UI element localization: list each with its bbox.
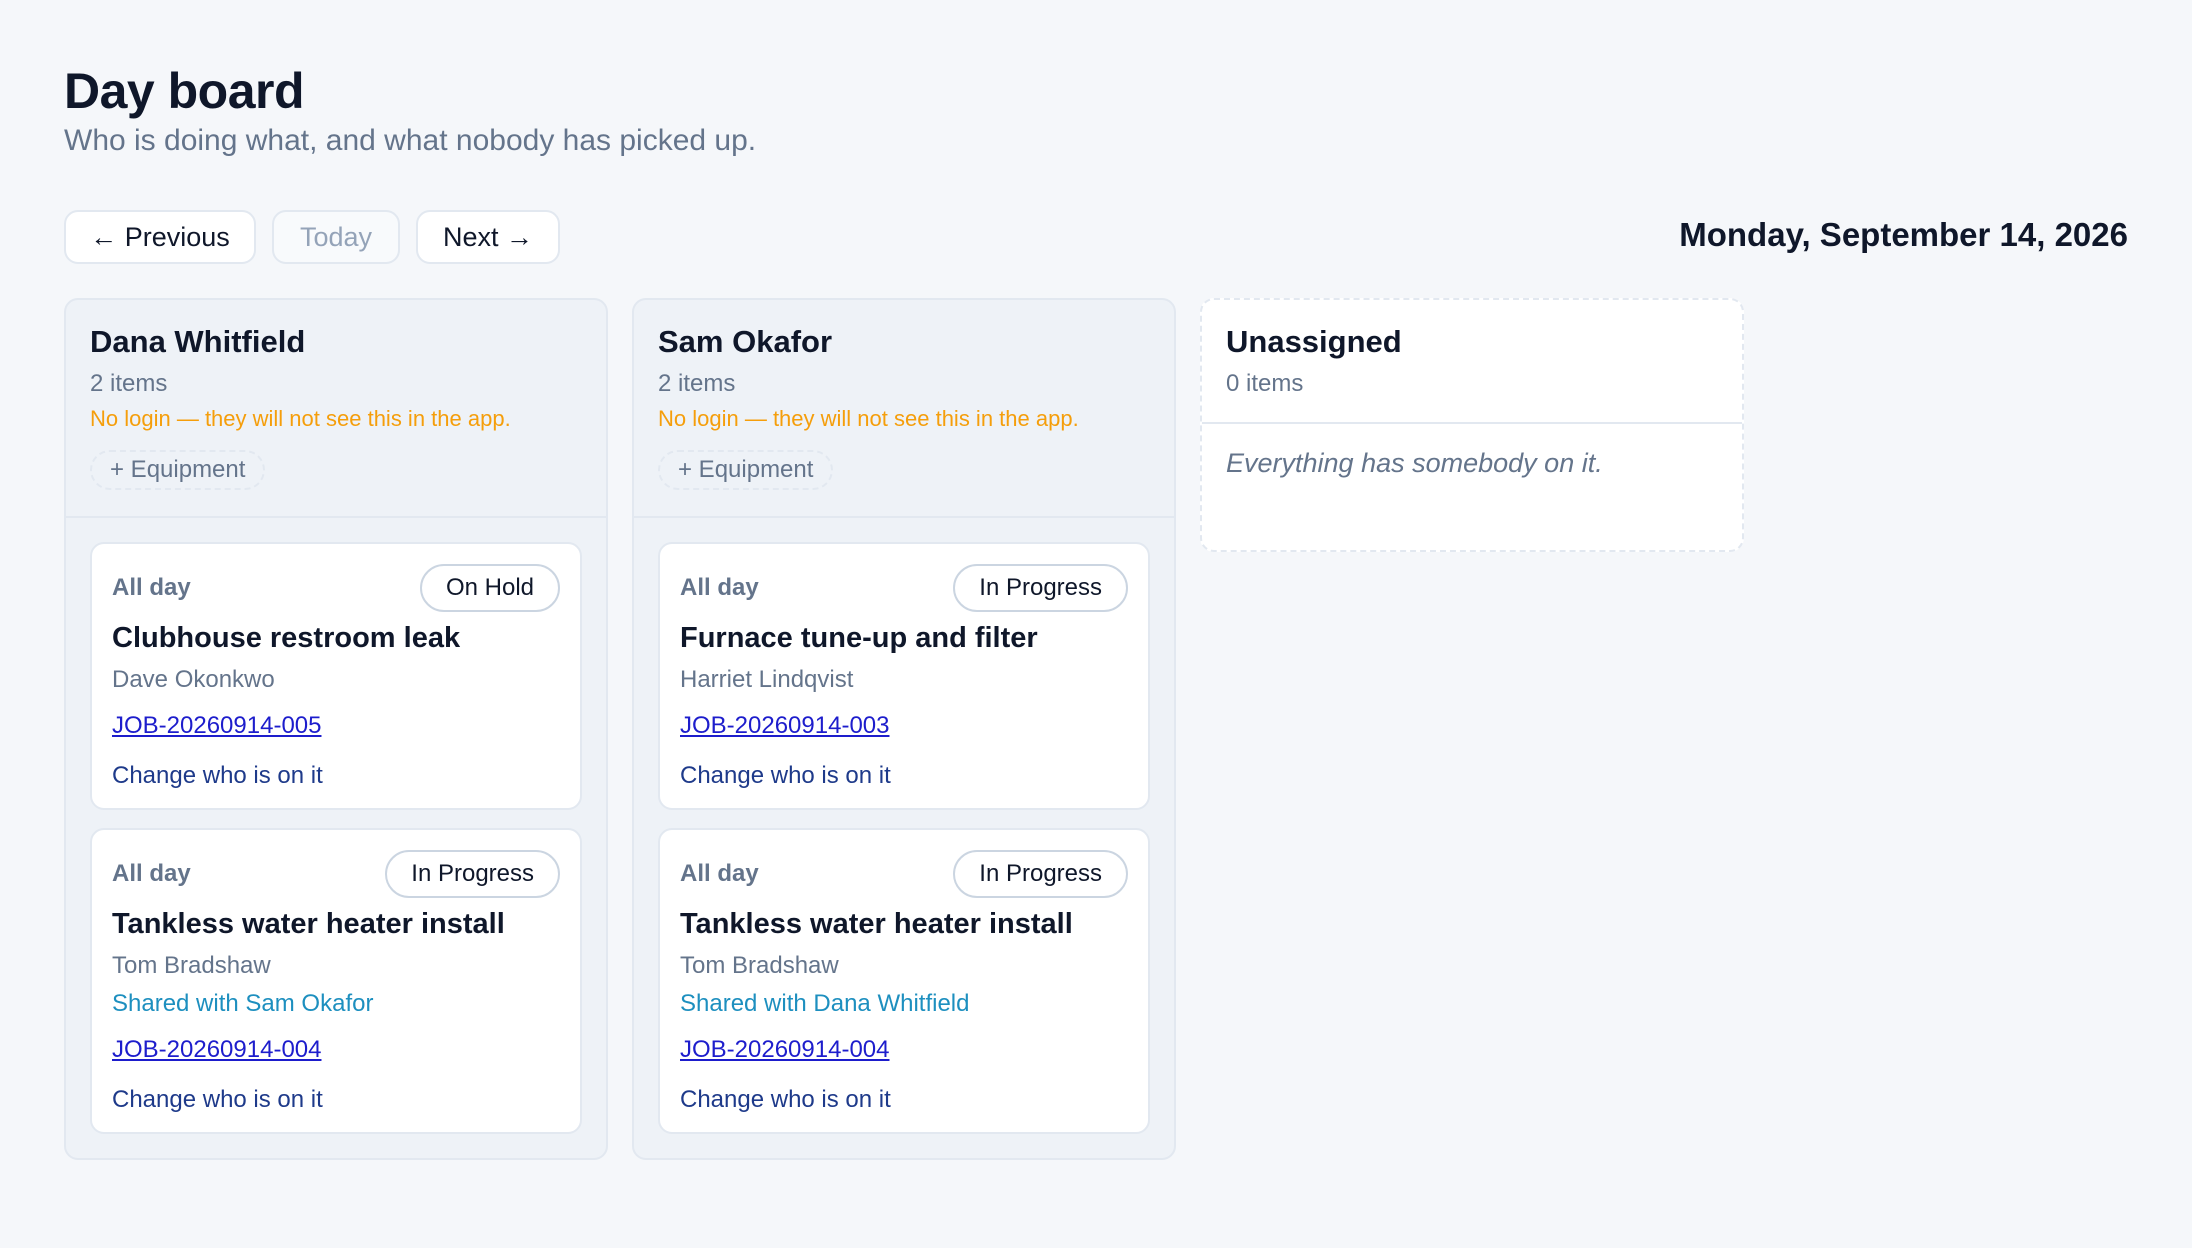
job-card: All day In Progress Tankless water heate…	[90, 828, 582, 1134]
shared-with-note: Shared with Dana Whitfield	[680, 990, 970, 1017]
next-day-button[interactable]: Next →	[416, 210, 560, 264]
current-date: Monday, September 14, 2026	[1679, 216, 2128, 253]
no-login-warning: No login — they will not see this in the…	[658, 406, 1079, 431]
change-assignee-link[interactable]: Change who is on it	[112, 762, 323, 790]
job-card: All day On Hold Clubhouse restroom leak …	[90, 542, 582, 810]
column-name: Dana Whitfield	[90, 324, 306, 359]
job-client: Harriet Lindqvist	[680, 666, 854, 693]
job-time: All day	[112, 574, 191, 601]
job-time: All day	[680, 860, 759, 887]
job-time: All day	[680, 574, 759, 601]
change-assignee-link[interactable]: Change who is on it	[680, 762, 891, 790]
add-equipment-button[interactable]: + Equipment	[90, 450, 266, 490]
job-title: Clubhouse restroom leak	[112, 622, 461, 654]
previous-day-button[interactable]: ← Previous	[64, 210, 256, 264]
shared-with-note: Shared with Sam Okafor	[112, 990, 374, 1017]
column-header: Unassigned 0 items	[1202, 300, 1742, 424]
status-badge: In Progress	[953, 850, 1128, 898]
column-name: Unassigned	[1226, 324, 1402, 359]
change-assignee-link[interactable]: Change who is on it	[112, 1086, 323, 1114]
column-item-count: 2 items	[658, 370, 736, 397]
column-unassigned: Unassigned 0 items Everything has somebo…	[1200, 298, 1744, 552]
today-button[interactable]: Today	[272, 210, 400, 264]
column-header: Dana Whitfield 2 items No login — they w…	[66, 300, 606, 518]
no-login-warning: No login — they will not see this in the…	[90, 406, 511, 431]
change-assignee-link[interactable]: Change who is on it	[680, 1086, 891, 1114]
column-item-count: 0 items	[1226, 370, 1304, 397]
job-card: All day In Progress Tankless water heate…	[658, 828, 1150, 1134]
column-sam-okafor: Sam Okafor 2 items No login — they will …	[632, 298, 1176, 1160]
column-item-count: 2 items	[90, 370, 168, 397]
job-id-link[interactable]: JOB-20260914-003	[680, 712, 889, 740]
add-equipment-button[interactable]: + Equipment	[658, 450, 834, 490]
job-client: Dave Okonkwo	[112, 666, 275, 693]
job-id-link[interactable]: JOB-20260914-004	[112, 1036, 321, 1064]
day-board-page: Day board Who is doing what, and what no…	[0, 0, 2192, 1248]
job-title: Tankless water heater install	[680, 908, 1073, 940]
job-id-link[interactable]: JOB-20260914-004	[680, 1036, 889, 1064]
column-name: Sam Okafor	[658, 324, 833, 359]
empty-state-message: Everything has somebody on it.	[1226, 448, 1603, 478]
status-badge: On Hold	[419, 564, 560, 612]
job-time: All day	[112, 860, 191, 887]
job-card: All day In Progress Furnace tune-up and …	[658, 542, 1150, 810]
job-client: Tom Bradshaw	[112, 952, 271, 979]
status-badge: In Progress	[953, 564, 1128, 612]
job-id-link[interactable]: JOB-20260914-005	[112, 712, 321, 740]
job-title: Furnace tune-up and filter	[680, 622, 1038, 654]
page-title: Day board	[64, 63, 305, 119]
column-header: Sam Okafor 2 items No login — they will …	[634, 300, 1174, 518]
column-dana-whitfield: Dana Whitfield 2 items No login — they w…	[64, 298, 608, 1160]
page-subtitle: Who is doing what, and what nobody has p…	[64, 124, 757, 157]
job-title: Tankless water heater install	[112, 908, 505, 940]
job-client: Tom Bradshaw	[680, 952, 839, 979]
status-badge: In Progress	[385, 850, 560, 898]
